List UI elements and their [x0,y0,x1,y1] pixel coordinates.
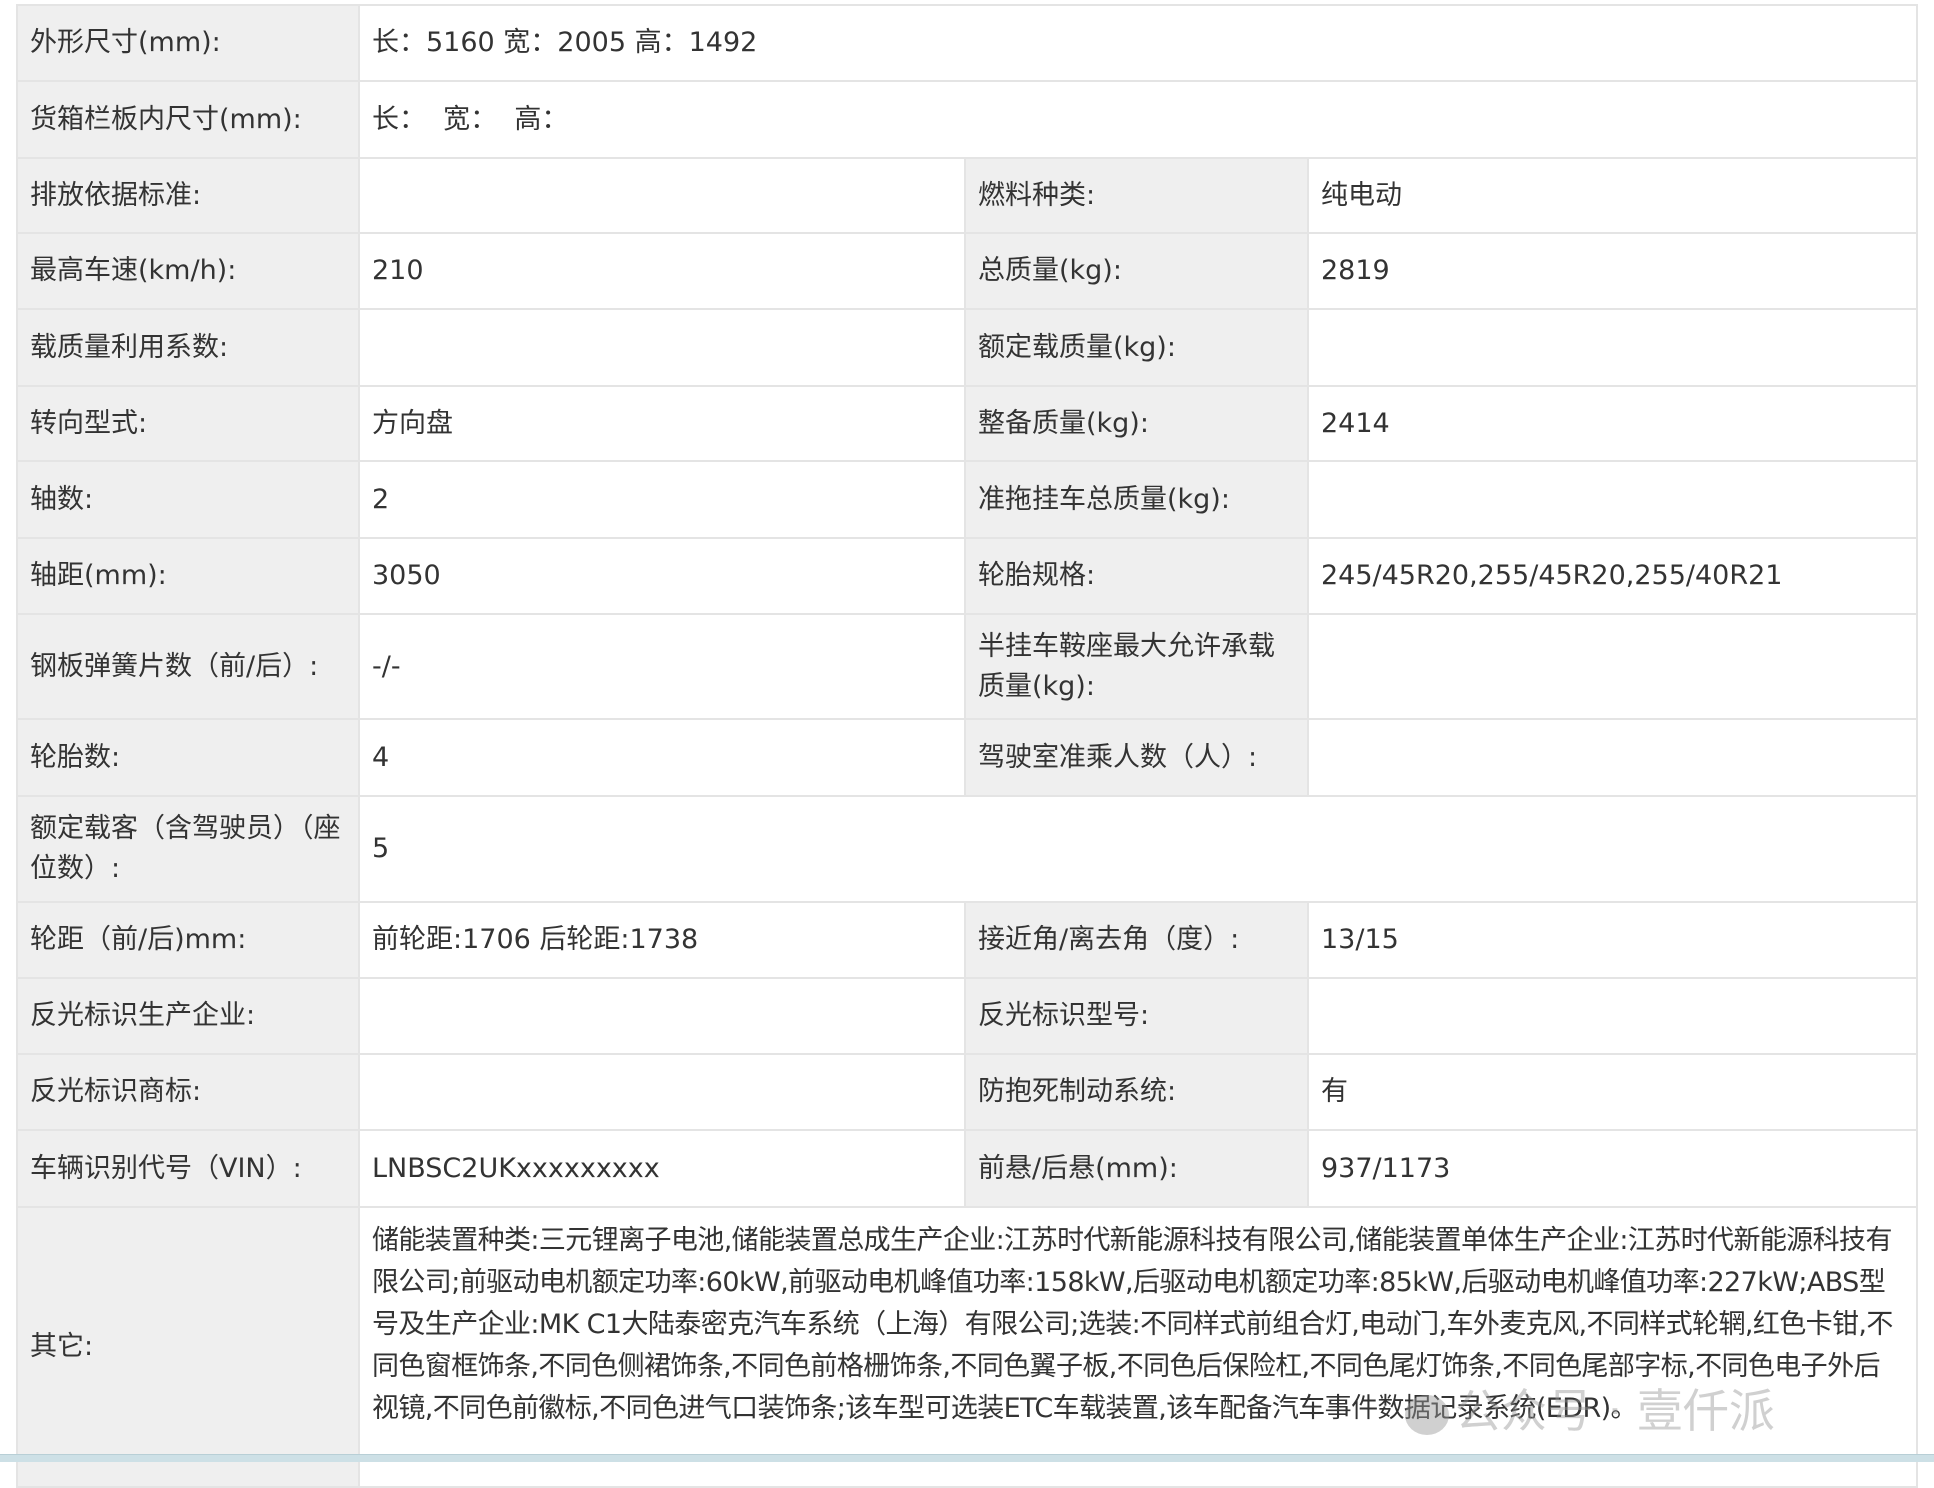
spec-row: 钢板弹簧片数（前/后）: -/- 半挂车鞍座最大允许承载质量(kg): [16,613,1919,720]
spec-value: 210 [358,232,966,310]
spec-label: 车辆识别代号（VIN）: [16,1129,360,1208]
spec-row: 轴数: 2 准拖挂车总质量(kg): [16,460,1919,539]
spec-value [1306,718,1919,797]
spec-label: 燃料种类: [964,157,1309,234]
spec-value [1306,977,1919,1055]
spec-value [1306,308,1919,387]
bottom-bar [0,1454,1934,1462]
spec-value: 长： 宽： 高： [357,80,1919,159]
spec-value-other: 储能装置种类:三元锂离子电池,储能装置总成生产企业:江苏时代新能源科技有限公司,… [357,1206,1919,1488]
spec-value: 长：5160 宽：2005 高：1492 [357,4,1919,82]
spec-value: 937/1173 [1306,1129,1919,1208]
spec-row: 车辆识别代号（VIN）: LNBSC2UKxxxxxxxxx 前悬/后悬(mm)… [16,1129,1919,1208]
spec-row-cargo-dimensions: 货箱栏板内尺寸(mm): 长： 宽： 高： [16,80,1919,159]
spec-row: 排放依据标准: 燃料种类: 纯电动 [16,157,1919,234]
spec-label: 半挂车鞍座最大允许承载质量(kg): [964,613,1309,720]
spec-label: 轴距(mm): [16,537,360,615]
spec-row: 轴距(mm): 3050 轮胎规格: 245/45R20,255/45R20,2… [16,537,1919,615]
spec-label: 其它: [16,1206,360,1488]
spec-row: 载质量利用系数: 额定载质量(kg): [16,308,1919,387]
spec-label: 反光标识生产企业: [16,977,360,1055]
vehicle-spec-table: 外形尺寸(mm): 长：5160 宽：2005 高：1492 货箱栏板内尺寸(m… [16,4,1919,1488]
spec-label: 整备质量(kg): [964,385,1309,462]
spec-label: 转向型式: [16,385,360,462]
spec-label: 防抱死制动系统: [964,1053,1309,1131]
spec-label: 反光标识商标: [16,1053,360,1131]
spec-value: 245/45R20,255/45R20,255/40R21 [1306,537,1919,615]
spec-label: 外形尺寸(mm): [16,4,360,82]
spec-value [1306,460,1919,539]
spec-value [358,157,966,234]
spec-label: 钢板弹簧片数（前/后）: [16,613,360,720]
spec-row-dimensions: 外形尺寸(mm): 长：5160 宽：2005 高：1492 [16,4,1919,82]
spec-row-other: 其它: 储能装置种类:三元锂离子电池,储能装置总成生产企业:江苏时代新能源科技有… [16,1206,1919,1488]
spec-value: 前轮距:1706 后轮距:1738 [358,901,966,979]
spec-label: 接近角/离去角（度）: [964,901,1309,979]
spec-row-seats: 额定载客（含驾驶员）（座位数）: 5 [16,795,1919,903]
spec-label: 驾驶室准乘人数（人）: [964,718,1309,797]
spec-row: 轮胎数: 4 驾驶室准乘人数（人）: [16,718,1919,797]
spec-value [358,977,966,1055]
spec-value: 2819 [1306,232,1919,310]
spec-value [1306,613,1919,720]
spec-row: 反光标识生产企业: 反光标识型号: [16,977,1919,1055]
spec-value: 2 [358,460,966,539]
spec-value: 方向盘 [358,385,966,462]
spec-row: 最高车速(km/h): 210 总质量(kg): 2819 [16,232,1919,310]
spec-label: 轮距（前/后)mm: [16,901,360,979]
spec-value: 2414 [1306,385,1919,462]
spec-value [358,1053,966,1131]
spec-value: 4 [358,718,966,797]
spec-value: LNBSC2UKxxxxxxxxx [358,1129,966,1208]
spec-value: 13/15 [1306,901,1919,979]
spec-row: 轮距（前/后)mm: 前轮距:1706 后轮距:1738 接近角/离去角（度）:… [16,901,1919,979]
spec-value [358,308,966,387]
spec-row: 反光标识商标: 防抱死制动系统: 有 [16,1053,1919,1131]
spec-label: 最高车速(km/h): [16,232,360,310]
spec-label: 额定载质量(kg): [964,308,1309,387]
spec-value: 3050 [358,537,966,615]
spec-label: 轴数: [16,460,360,539]
spec-label: 轮胎规格: [964,537,1309,615]
spec-label: 载质量利用系数: [16,308,360,387]
spec-value: 有 [1306,1053,1919,1131]
spec-value: -/- [358,613,966,720]
spec-label: 货箱栏板内尺寸(mm): [16,80,360,159]
spec-label: 准拖挂车总质量(kg): [964,460,1309,539]
spec-value: 5 [357,795,1919,903]
spec-label: 轮胎数: [16,718,360,797]
spec-value: 纯电动 [1306,157,1919,234]
spec-label: 额定载客（含驾驶员）（座位数）: [16,795,360,903]
spec-label: 排放依据标准: [16,157,360,234]
spec-label: 反光标识型号: [964,977,1309,1055]
spec-label: 前悬/后悬(mm): [964,1129,1309,1208]
spec-row: 转向型式: 方向盘 整备质量(kg): 2414 [16,385,1919,462]
spec-label: 总质量(kg): [964,232,1309,310]
